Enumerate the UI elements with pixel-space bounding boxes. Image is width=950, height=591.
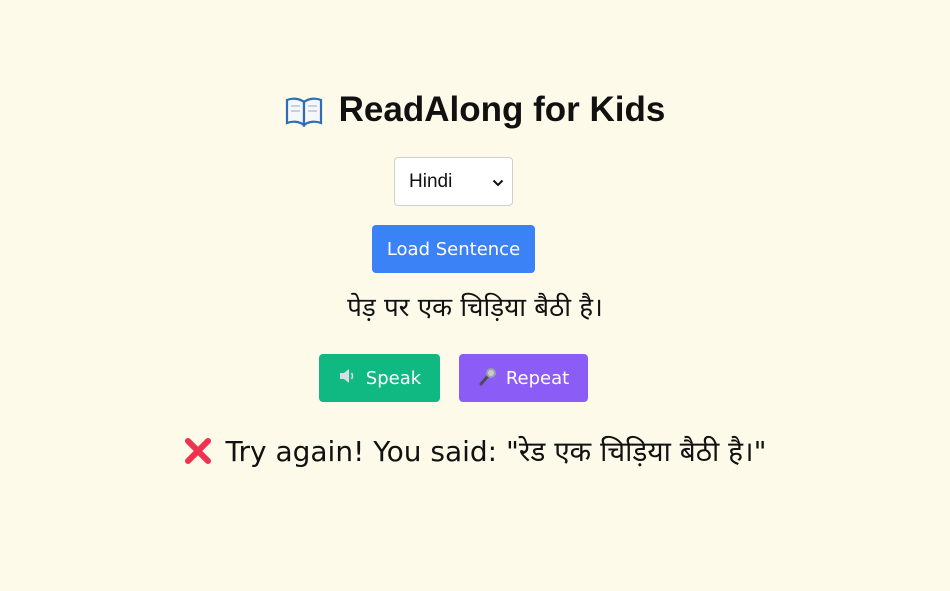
app-header: ReadAlong for Kids bbox=[0, 84, 950, 140]
microphone-icon bbox=[478, 366, 498, 391]
language-select-value: Hindi bbox=[409, 170, 453, 192]
sentence-text: पेड़ पर एक चिड़िया बैठी है। bbox=[347, 293, 603, 323]
speaker-icon bbox=[338, 368, 358, 389]
speak-label: Speak bbox=[365, 367, 422, 389]
readalong-app: ReadAlong for Kids Hindi Load Sentence प… bbox=[0, 0, 950, 591]
repeat-label: Repeat bbox=[505, 367, 570, 389]
cross-mark-icon bbox=[183, 436, 213, 478]
feedback-message: Try again! You said: "रेड एक चिड़िया बैठ… bbox=[0, 431, 950, 478]
page-title: ReadAlong for Kids bbox=[338, 89, 666, 129]
language-select[interactable]: Hindi bbox=[394, 157, 513, 206]
open-book-icon bbox=[285, 92, 323, 140]
feedback-text: Try again! You said: "रेड एक चिड़िया बैठ… bbox=[225, 435, 767, 468]
chevron-down-icon bbox=[492, 172, 504, 191]
load-sentence-button[interactable]: Load Sentence bbox=[372, 225, 535, 273]
repeat-button[interactable]: Repeat bbox=[459, 354, 588, 402]
speak-button[interactable]: Speak bbox=[319, 354, 440, 402]
load-sentence-label: Load Sentence bbox=[386, 238, 521, 260]
